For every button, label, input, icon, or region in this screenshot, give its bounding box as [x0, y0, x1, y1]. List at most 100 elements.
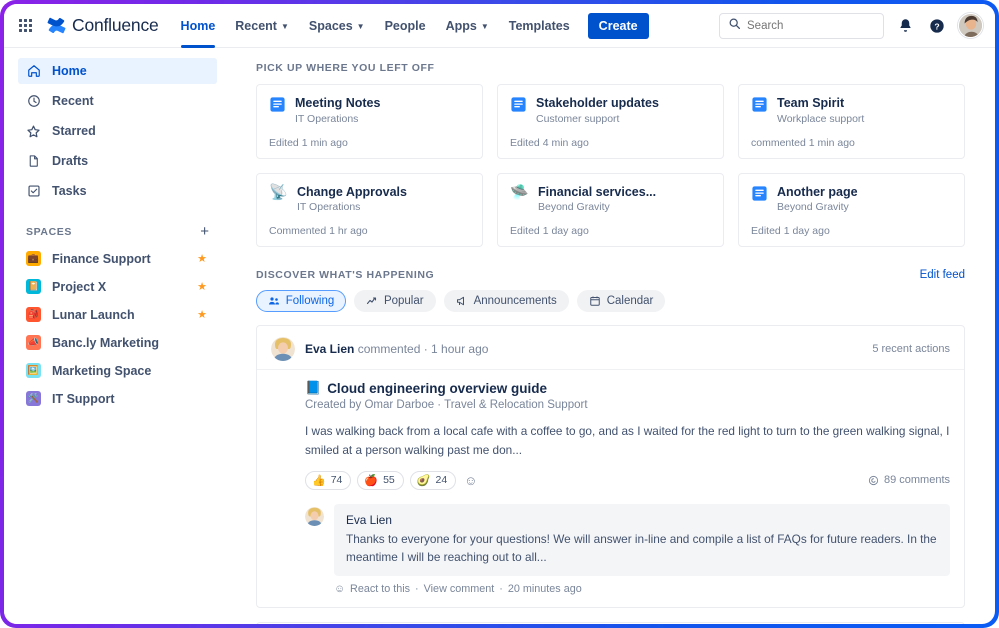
feed-excerpt: I was walking back from a local cafe wit… — [305, 422, 950, 459]
space-label: Lunar Launch — [52, 308, 186, 322]
sidebar-space-item[interactable]: 🎒 Lunar Launch ★ — [18, 302, 217, 327]
spaces-header: SPACES + — [18, 224, 217, 239]
star-icon[interactable]: ★ — [197, 252, 207, 265]
reaction-count: 55 — [383, 474, 395, 486]
sidebar-space-item[interactable]: 📔Project X★ — [18, 274, 217, 299]
card-title: Team Spirit — [777, 96, 864, 112]
feed-page-emoji-icon: 📘 — [305, 380, 321, 396]
edit-feed-link[interactable]: Edit feed — [920, 269, 965, 281]
sidebar-space-item[interactable]: 💼Finance Support★ — [18, 246, 217, 271]
sidebar-item-home[interactable]: Home — [18, 58, 217, 84]
confluence-mark-icon — [47, 16, 66, 35]
sidebar-space-item[interactable]: 📣Banc.ly Marketing — [18, 330, 217, 355]
chevron-down-icon: ▼ — [357, 23, 365, 31]
feed-page-subtitle: Created by Omar Darboe · Travel & Reloca… — [305, 399, 950, 411]
feed-author-avatar[interactable] — [271, 337, 295, 361]
pickup-card[interactable]: Team SpiritWorkplace supportcommented 1 … — [738, 84, 965, 159]
reaction-count: 24 — [435, 474, 447, 486]
search-input[interactable] — [747, 20, 875, 32]
sidebar-item-tasks[interactable]: Tasks — [18, 178, 217, 204]
nav-item-home[interactable]: Home — [171, 4, 226, 48]
confluence-logo[interactable]: Confluence — [47, 15, 159, 36]
bell-icon[interactable] — [894, 15, 916, 37]
reaction-pill[interactable]: 🍎55 — [357, 471, 403, 490]
card-meta: Commented 1 hr ago — [269, 225, 470, 237]
space-avatar-icon: 🎒 — [26, 307, 41, 322]
card-space: Beyond Gravity — [538, 201, 656, 213]
sidebar-item-label: Starred — [52, 124, 96, 138]
search-icon — [728, 17, 741, 35]
search-box[interactable] — [719, 13, 884, 39]
user-avatar[interactable] — [958, 13, 983, 38]
nav-item-templates[interactable]: Templates — [499, 4, 580, 48]
react-icon[interactable]: ☺ — [334, 583, 345, 595]
sidebar-item-drafts[interactable]: Drafts — [18, 148, 217, 174]
pickup-card[interactable]: Stakeholder updatesCustomer supportEdite… — [497, 84, 724, 159]
spaces-list: 💼Finance Support★📔Project X★🎒Lunar Launc… — [18, 246, 217, 411]
add-reaction-icon[interactable]: ☺ — [464, 473, 477, 488]
blue-page-icon — [751, 96, 768, 113]
reaction-pill[interactable]: 👍74 — [305, 471, 351, 490]
feed-page-title[interactable]: 📘Cloud engineering overview guide — [305, 380, 950, 396]
nav-label: Apps — [446, 19, 477, 33]
pickup-card[interactable]: Another pageBeyond GravityEdited 1 day a… — [738, 173, 965, 248]
tab-popular[interactable]: Popular — [354, 290, 436, 312]
feed-author-name[interactable]: Eva Lien — [305, 342, 354, 356]
feed-card-body: 📘Cloud engineering overview guide Created… — [257, 369, 964, 607]
nested-comment-text: Thanks to everyone for your questions! W… — [346, 530, 938, 567]
people-icon — [268, 295, 280, 307]
card-title: Financial services... — [538, 185, 656, 201]
reactions-row: 👍74 🍎55 🥑 24 ☺ 89 comments — [305, 471, 950, 490]
help-icon[interactable]: ? — [926, 15, 948, 37]
sidebar-space-item[interactable]: 🖼️Marketing Space — [18, 358, 217, 383]
nav-label: Templates — [509, 19, 570, 33]
reaction-emoji-icon: 🥑 — [417, 474, 431, 487]
view-comment-link[interactable]: View comment — [424, 583, 495, 595]
card-meta: commented 1 min ago — [751, 137, 952, 149]
brand-name: Confluence — [72, 15, 159, 36]
nav-label: Recent — [235, 19, 277, 33]
sidebar-space-item[interactable]: 🛠️IT Support — [18, 386, 217, 411]
tab-calendar[interactable]: Calendar — [577, 290, 666, 312]
reaction-pill[interactable]: 🥑 24 — [410, 471, 456, 490]
space-avatar-icon: 📔 — [26, 279, 41, 294]
card-space: Beyond Gravity — [777, 201, 858, 213]
space-avatar-icon: 🛠️ — [26, 391, 41, 406]
pickup-card[interactable]: 📡Change ApprovalsIT OperationsCommented … — [256, 173, 483, 248]
sidebar-item-starred[interactable]: Starred — [18, 118, 217, 144]
react-to-this-link[interactable]: React to this — [350, 583, 410, 595]
star-icon[interactable]: ★ — [197, 280, 207, 293]
comments-count-label: 89 comments — [884, 474, 950, 486]
card-space: IT Operations — [295, 113, 380, 125]
nav-item-apps[interactable]: Apps ▼ — [436, 4, 499, 48]
space-label: Finance Support — [52, 252, 186, 266]
home-icon — [26, 64, 41, 79]
card-title: Another page — [777, 185, 858, 201]
nav-item-spaces[interactable]: Spaces ▼ — [299, 4, 375, 48]
star-icon[interactable]: ★ — [197, 308, 207, 321]
nav-item-people[interactable]: People — [375, 4, 436, 48]
feed-card-header: Jie Yan Song edited · 1 hour ago — [257, 623, 964, 624]
tab-label: Following — [286, 295, 335, 307]
feed-card: Jie Yan Song edited · 1 hour ago🎯Inciden… — [256, 622, 965, 624]
megaphone-icon — [456, 295, 468, 307]
tab-following[interactable]: Following — [256, 290, 346, 312]
comments-count[interactable]: 89 comments — [868, 474, 950, 486]
nav-item-recent[interactable]: Recent ▼ — [225, 4, 299, 48]
add-space-icon[interactable]: + — [200, 224, 209, 239]
tab-announcements[interactable]: Announcements — [444, 290, 569, 312]
app-switcher-icon[interactable] — [14, 15, 36, 37]
nav-label: People — [385, 19, 426, 33]
pickup-card[interactable]: Meeting NotesIT OperationsEdited 1 min a… — [256, 84, 483, 159]
nested-comment-avatar — [305, 507, 324, 526]
feed-author-line: Eva Lien commented · 1 hour ago — [305, 342, 862, 356]
card-space: Customer support — [536, 113, 659, 125]
tab-label: Announcements — [474, 295, 557, 307]
pickup-card[interactable]: 🛸Financial services...Beyond GravityEdit… — [497, 173, 724, 248]
top-navigation-bar: Confluence Home Recent ▼ Spaces ▼ People… — [4, 4, 995, 48]
tab-label: Popular — [384, 295, 424, 307]
create-button[interactable]: Create — [588, 13, 649, 39]
checkbox-icon — [26, 184, 41, 199]
recent-actions-label[interactable]: 5 recent actions — [872, 343, 950, 355]
sidebar-item-recent[interactable]: Recent — [18, 88, 217, 114]
